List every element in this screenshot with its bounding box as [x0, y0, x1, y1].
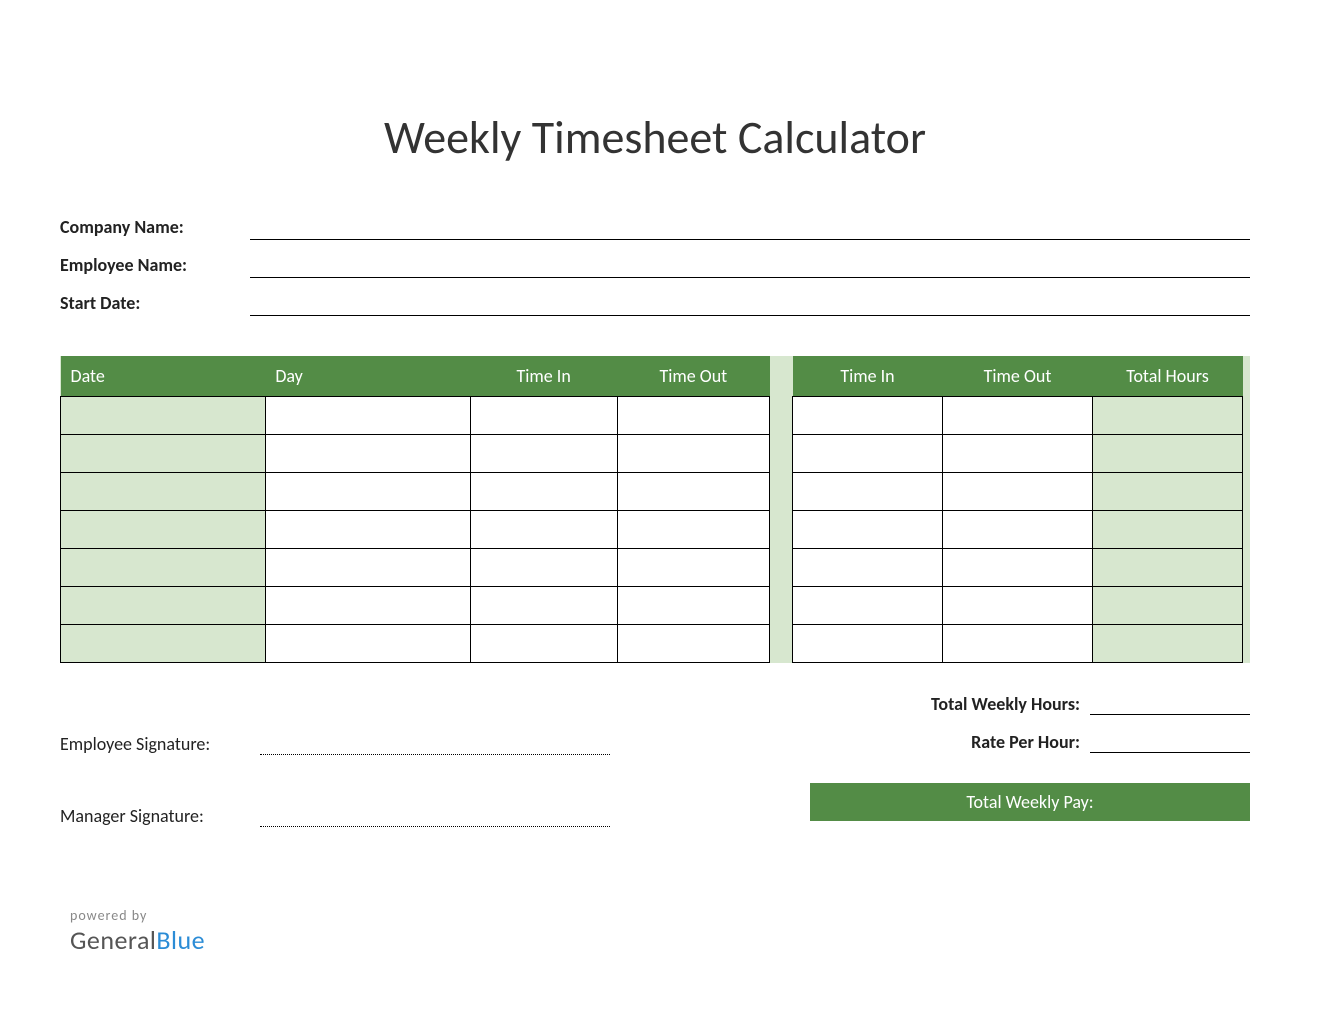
cell-date[interactable]	[61, 510, 266, 548]
cell-day[interactable]	[265, 510, 470, 548]
cell-timeout2[interactable]	[943, 548, 1093, 586]
employee-name-input[interactable]	[250, 256, 1250, 278]
cell-timein[interactable]	[470, 396, 617, 434]
cell-date[interactable]	[61, 624, 266, 662]
company-name-input[interactable]	[250, 218, 1250, 240]
cell-date[interactable]	[61, 434, 266, 472]
cell-timeout[interactable]	[617, 434, 769, 472]
timesheet-tables: Date Day Time In Time Out Time In	[60, 356, 1250, 663]
cell-timein2[interactable]	[793, 624, 943, 662]
cell-timein2[interactable]	[793, 548, 943, 586]
cell-timein2[interactable]	[793, 510, 943, 548]
manager-signature-label: Manager Signature:	[60, 805, 260, 827]
cell-timeout2[interactable]	[943, 624, 1093, 662]
cell-day[interactable]	[265, 624, 470, 662]
cell-timeout[interactable]	[617, 510, 769, 548]
cell-totalhours[interactable]	[1093, 586, 1243, 624]
timesheet-table-left: Date Day Time In Time Out	[60, 356, 770, 663]
cell-day[interactable]	[265, 472, 470, 510]
cell-timein2[interactable]	[793, 434, 943, 472]
rate-per-hour-value[interactable]	[1090, 731, 1250, 753]
cell-timein[interactable]	[470, 548, 617, 586]
cell-totalhours[interactable]	[1093, 472, 1243, 510]
cell-timeout2[interactable]	[943, 510, 1093, 548]
brand-logo: GeneralBlue	[70, 924, 1250, 956]
cell-timein[interactable]	[470, 434, 617, 472]
branding: powered by GeneralBlue	[60, 907, 1250, 956]
cell-timein[interactable]	[470, 472, 617, 510]
col-timein2-header: Time In	[793, 356, 943, 396]
timesheet-table-right: Time In Time Out Total Hours	[792, 356, 1243, 663]
employee-signature-label: Employee Signature:	[60, 733, 260, 755]
col-timeout2-header: Time Out	[943, 356, 1093, 396]
employee-signature-line[interactable]	[260, 735, 610, 755]
employee-name-label: Employee Name:	[60, 254, 250, 278]
page-title: Weekly Timesheet Calculator	[60, 110, 1250, 166]
start-date-input[interactable]	[250, 294, 1250, 316]
cell-timeout2[interactable]	[943, 434, 1093, 472]
col-date-header: Date	[61, 356, 266, 396]
col-timeout-header: Time Out	[617, 356, 769, 396]
cell-timeout2[interactable]	[943, 586, 1093, 624]
cell-timeout2[interactable]	[943, 396, 1093, 434]
col-totalhours-header: Total Hours	[1093, 356, 1243, 396]
cell-date[interactable]	[61, 586, 266, 624]
cell-date[interactable]	[61, 472, 266, 510]
col-timein-header: Time In	[470, 356, 617, 396]
cell-timein2[interactable]	[793, 586, 943, 624]
total-weekly-pay-label: Total Weekly Pay:	[966, 791, 1093, 813]
cell-totalhours[interactable]	[1093, 434, 1243, 472]
cell-totalhours[interactable]	[1093, 510, 1243, 548]
cell-date[interactable]	[61, 396, 266, 434]
cell-timein[interactable]	[470, 586, 617, 624]
cell-day[interactable]	[265, 586, 470, 624]
cell-timein[interactable]	[470, 510, 617, 548]
col-day-header: Day	[265, 356, 470, 396]
cell-day[interactable]	[265, 548, 470, 586]
manager-signature-line[interactable]	[260, 807, 610, 827]
cell-totalhours[interactable]	[1093, 624, 1243, 662]
cell-timeout[interactable]	[617, 472, 769, 510]
start-date-label: Start Date:	[60, 292, 250, 316]
cell-timeout[interactable]	[617, 624, 769, 662]
meta-block: Company Name: Employee Name: Start Date:	[60, 216, 1250, 316]
cell-day[interactable]	[265, 396, 470, 434]
cell-timeout[interactable]	[617, 396, 769, 434]
brand-name-1: General	[70, 924, 156, 956]
cell-totalhours[interactable]	[1093, 396, 1243, 434]
total-weekly-hours-value[interactable]	[1090, 693, 1250, 715]
cell-timein2[interactable]	[793, 396, 943, 434]
company-name-label: Company Name:	[60, 216, 250, 240]
cell-timein[interactable]	[470, 624, 617, 662]
cell-timein2[interactable]	[793, 472, 943, 510]
total-weekly-hours-label: Total Weekly Hours:	[931, 693, 1090, 715]
cell-timeout[interactable]	[617, 586, 769, 624]
powered-by-text: powered by	[70, 907, 1250, 924]
cell-totalhours[interactable]	[1093, 548, 1243, 586]
cell-day[interactable]	[265, 434, 470, 472]
rate-per-hour-label: Rate Per Hour:	[971, 731, 1090, 753]
total-weekly-pay-bar: Total Weekly Pay:	[810, 783, 1250, 821]
cell-timeout[interactable]	[617, 548, 769, 586]
cell-timeout2[interactable]	[943, 472, 1093, 510]
cell-date[interactable]	[61, 548, 266, 586]
brand-name-2: Blue	[156, 924, 205, 956]
